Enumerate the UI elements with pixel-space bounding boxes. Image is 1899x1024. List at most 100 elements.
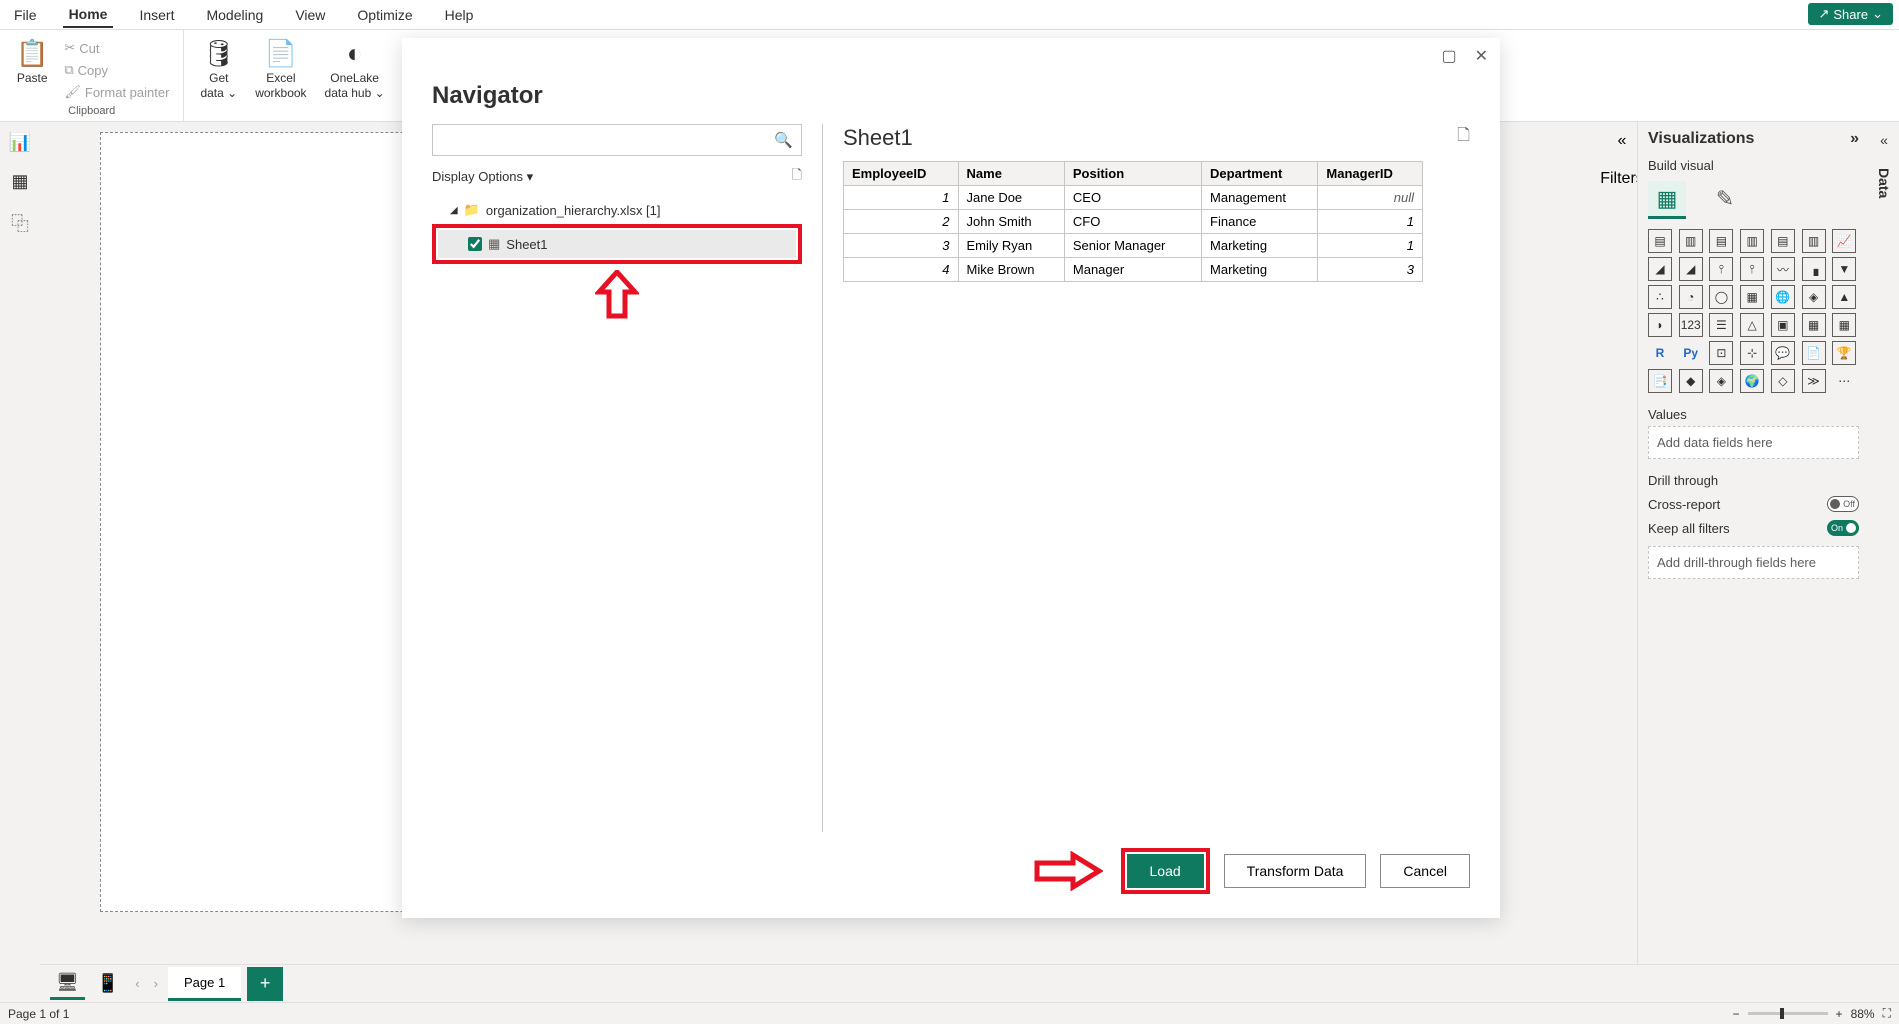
viz-100-column[interactable]: ▥	[1802, 229, 1826, 253]
desktop-layout-icon[interactable]: 🖥	[50, 968, 85, 1000]
data-view-icon[interactable]: ▦	[11, 171, 28, 192]
menu-help[interactable]: Help	[439, 3, 480, 27]
table-row[interactable]: 3Emily RyanSenior ManagerMarketing1	[844, 234, 1423, 258]
filters-pane-collapsed[interactable]: « Filters	[1607, 122, 1637, 188]
viz-r[interactable]: R	[1648, 341, 1672, 365]
viz-line[interactable]: 📈	[1832, 229, 1856, 253]
zoom-in-button[interactable]: +	[1836, 1007, 1843, 1021]
viz-automate[interactable]: ◈	[1709, 369, 1733, 393]
viz-table[interactable]: ▦	[1802, 313, 1826, 337]
viz-gauge[interactable]: ◗	[1648, 313, 1672, 337]
build-visual-tab[interactable]: ▦	[1648, 181, 1686, 219]
close-icon[interactable]: ✕	[1475, 46, 1488, 66]
tree-file-node[interactable]: ◢ 📁 organization_hierarchy.xlsx [1]	[432, 198, 802, 222]
viz-decomposition[interactable]: ⊹	[1740, 341, 1764, 365]
viz-ribbon[interactable]: 〰	[1771, 257, 1795, 281]
next-page-arrow[interactable]: ›	[150, 972, 162, 995]
report-view-icon[interactable]: 📊	[9, 132, 31, 153]
tree-sheet-node[interactable]: ▦ Sheet1	[438, 230, 796, 258]
share-button[interactable]: ↗ Share ⌄	[1808, 3, 1893, 25]
column-header[interactable]: EmployeeID	[844, 162, 959, 186]
format-visual-tab[interactable]: ✎	[1706, 181, 1744, 219]
display-options-dropdown[interactable]: Display Options ▾	[432, 169, 533, 185]
column-header[interactable]: Position	[1064, 162, 1201, 186]
navigator-search[interactable]: 🔍	[432, 124, 802, 156]
table-row[interactable]: 1Jane DoeCEOManagementnull	[844, 186, 1423, 210]
preview-refresh-icon[interactable]: 🗋	[1457, 124, 1470, 151]
refresh-icon[interactable]: 🗋	[792, 166, 802, 188]
copy-button[interactable]: ⧉Copy	[60, 60, 173, 80]
viz-map[interactable]: 🌐	[1771, 285, 1795, 309]
zoom-slider[interactable]	[1748, 1012, 1828, 1015]
model-view-icon[interactable]: ⿻	[11, 210, 29, 236]
viz-stacked-column[interactable]: ▥	[1679, 229, 1703, 253]
column-header[interactable]: ManagerID	[1318, 162, 1423, 186]
viz-qna[interactable]: 💬	[1771, 341, 1795, 365]
menu-view[interactable]: View	[289, 3, 331, 27]
page-tab-1[interactable]: Page 1	[168, 967, 241, 1001]
viz-key-influencers[interactable]: ⊡	[1709, 341, 1733, 365]
fit-to-page-icon[interactable]: ⛶	[1883, 1006, 1891, 1021]
viz-powerapps[interactable]: ◆	[1679, 369, 1703, 393]
get-data-button[interactable]: 🛢 Get data ⌄	[194, 34, 243, 104]
viz-narrative[interactable]: 📄	[1802, 341, 1826, 365]
menu-optimize[interactable]: Optimize	[351, 3, 418, 27]
prev-page-arrow[interactable]: ‹	[131, 972, 143, 995]
values-field-well[interactable]: Add data fields here	[1648, 426, 1859, 459]
keep-filters-toggle[interactable]: On	[1827, 520, 1859, 536]
table-row[interactable]: 2John SmithCFOFinance1	[844, 210, 1423, 234]
menu-modeling[interactable]: Modeling	[200, 3, 269, 27]
zoom-out-button[interactable]: −	[1733, 1007, 1740, 1021]
viz-stacked-bar[interactable]: ▤	[1648, 229, 1672, 253]
mobile-layout-icon[interactable]: 📱	[91, 969, 125, 998]
viz-py[interactable]: Py	[1679, 341, 1703, 365]
expand-data-icon[interactable]: «	[1880, 132, 1888, 148]
excel-workbook-button[interactable]: 📄 Excel workbook	[249, 34, 312, 104]
search-input[interactable]	[441, 133, 774, 148]
search-icon[interactable]: 🔍	[774, 131, 793, 149]
sheet-checkbox[interactable]	[468, 237, 482, 251]
viz-line-column[interactable]: ⫯	[1709, 257, 1733, 281]
zoom-percent[interactable]: 88%	[1851, 1007, 1875, 1021]
viz-scatter[interactable]: ∴	[1648, 285, 1672, 309]
cut-button[interactable]: ✂Cut	[60, 38, 173, 58]
load-button[interactable]: Load	[1127, 854, 1204, 888]
viz-arcgis[interactable]: 🌍	[1740, 369, 1764, 393]
viz-more[interactable]: ≫	[1802, 369, 1826, 393]
expand-icon[interactable]: »	[1850, 130, 1859, 148]
viz-area[interactable]: ◢	[1648, 257, 1672, 281]
paste-button[interactable]: 📋 Paste	[10, 34, 54, 90]
column-header[interactable]: Name	[958, 162, 1064, 186]
viz-get-more[interactable]: ⋯	[1832, 369, 1856, 393]
column-header[interactable]: Department	[1202, 162, 1318, 186]
viz-donut[interactable]: ◯	[1709, 285, 1733, 309]
table-row[interactable]: 4Mike BrownManagerMarketing3	[844, 258, 1423, 282]
format-painter-button[interactable]: 🖌Format painter	[60, 82, 173, 102]
viz-100-bar[interactable]: ▤	[1771, 229, 1795, 253]
maximize-icon[interactable]: ▢	[1441, 46, 1456, 66]
drillthrough-field-well[interactable]: Add drill-through fields here	[1648, 546, 1859, 579]
viz-clustered-column[interactable]: ▥	[1740, 229, 1764, 253]
viz-waterfall[interactable]: ▗	[1802, 257, 1826, 281]
viz-paginated[interactable]: 📑	[1648, 369, 1672, 393]
viz-filled-map[interactable]: ◈	[1802, 285, 1826, 309]
viz-pie[interactable]: ◔	[1679, 285, 1703, 309]
viz-clustered-bar[interactable]: ▤	[1709, 229, 1733, 253]
viz-sparkline[interactable]: ◇	[1771, 369, 1795, 393]
menu-home[interactable]: Home	[63, 2, 114, 28]
viz-card[interactable]: 123	[1679, 313, 1703, 337]
add-page-button[interactable]: +	[247, 967, 283, 1001]
viz-kpi[interactable]: △	[1740, 313, 1764, 337]
menu-file[interactable]: File	[8, 3, 43, 27]
viz-stacked-area[interactable]: ◢	[1679, 257, 1703, 281]
viz-slicer[interactable]: ▣	[1771, 313, 1795, 337]
viz-treemap[interactable]: ▦	[1740, 285, 1764, 309]
viz-line-column2[interactable]: ⫯	[1740, 257, 1764, 281]
expand-filters-icon[interactable]: «	[1618, 132, 1627, 150]
menu-insert[interactable]: Insert	[133, 3, 180, 27]
viz-multirow-card[interactable]: ☰	[1709, 313, 1733, 337]
viz-goals[interactable]: 🏆	[1832, 341, 1856, 365]
viz-funnel[interactable]: ▼	[1832, 257, 1856, 281]
viz-matrix[interactable]: ▦	[1832, 313, 1856, 337]
cross-report-toggle[interactable]: Off	[1827, 496, 1859, 512]
